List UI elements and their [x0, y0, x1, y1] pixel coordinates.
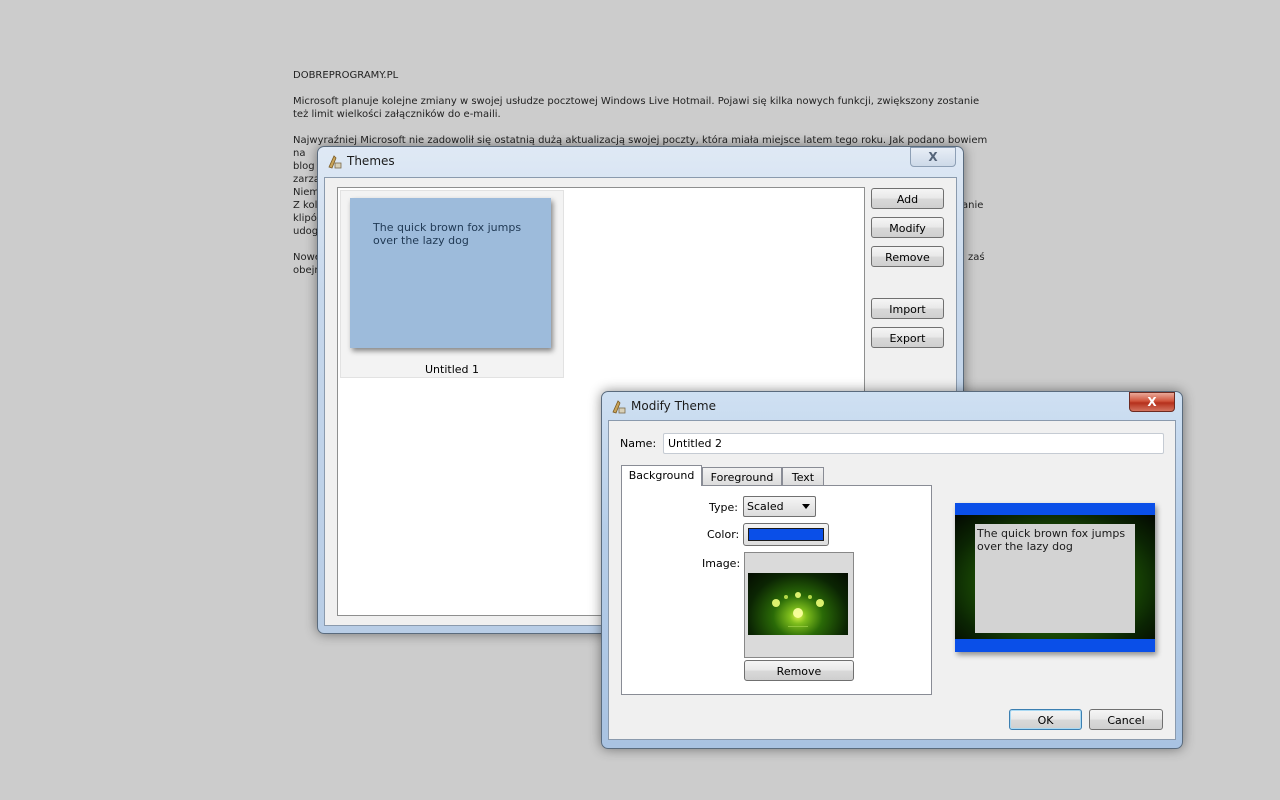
add-theme-button[interactable]: Add [871, 188, 944, 209]
document-paragraph-1: Microsoft planuje kolejne zmiany w swoje… [293, 96, 980, 120]
color-swatch [748, 528, 824, 541]
preview-text-area: The quick brown fox jumps over the lazy … [975, 524, 1135, 633]
name-field-value: Untitled 2 [668, 437, 723, 450]
color-label: Color: [707, 528, 740, 541]
modify-theme-titlebar[interactable]: Modify Theme [602, 392, 1182, 422]
modify-theme-button[interactable]: Modify [871, 217, 944, 238]
type-label: Type: [709, 501, 738, 514]
preview-text: The quick brown fox jumps over the lazy … [977, 527, 1126, 553]
theme-preview: The quick brown fox jumps over the lazy … [350, 198, 551, 348]
modify-theme-close-button[interactable]: X [1129, 392, 1175, 412]
ok-button[interactable]: OK [1009, 709, 1082, 730]
type-select-value: Scaled [747, 500, 784, 513]
glow-lights-icon [772, 592, 824, 627]
doc-fragment: zarzą [293, 174, 320, 185]
tab-foreground[interactable]: Foreground [702, 467, 782, 486]
doc-fragment: udog [293, 226, 319, 237]
tab-panel-background: Type: Scaled Color: Image: Remove [621, 485, 932, 695]
color-picker-button[interactable] [743, 523, 829, 546]
themes-close-button[interactable]: X [910, 147, 956, 167]
doc-fragment: klipó [293, 213, 317, 224]
doc-fragment: Niem [293, 187, 320, 198]
theme-live-preview: The quick brown fox jumps over the lazy … [955, 503, 1155, 652]
close-icon: X [1147, 395, 1157, 409]
close-icon: X [928, 150, 938, 164]
doc-fragment: anie [962, 200, 984, 211]
theme-item[interactable]: The quick brown fox jumps over the lazy … [340, 190, 564, 378]
name-label: Name: [620, 437, 657, 450]
modify-theme-window: Modify Theme X Name: Untitled 2 Backgrou… [601, 391, 1183, 749]
export-theme-button[interactable]: Export [871, 327, 944, 348]
type-select[interactable]: Scaled [743, 496, 816, 517]
theme-item-name: Untitled 1 [424, 363, 479, 376]
themes-titlebar[interactable]: Themes [318, 147, 963, 177]
themes-app-icon [326, 154, 342, 170]
tab-text[interactable]: Text [782, 467, 824, 486]
doc-fragment: j zaś [962, 252, 985, 263]
import-theme-button[interactable]: Import [871, 298, 944, 319]
document-site: DOBREPROGRAMY.PL [293, 70, 399, 81]
cancel-button[interactable]: Cancel [1089, 709, 1163, 730]
image-label: Image: [702, 557, 741, 570]
chevron-down-icon [802, 504, 810, 509]
background-image-thumbnail [748, 573, 848, 635]
name-field[interactable]: Untitled 2 [663, 433, 1164, 454]
doc-fragment: blog [293, 161, 315, 172]
image-remove-button[interactable]: Remove [744, 660, 854, 681]
theme-preview-text: The quick brown fox jumps over the lazy … [373, 221, 522, 247]
modify-theme-title: Modify Theme [631, 399, 716, 413]
modify-theme-app-icon [610, 399, 626, 415]
modify-theme-client-area: Name: Untitled 2 Background Foreground T… [608, 420, 1176, 740]
remove-theme-button[interactable]: Remove [871, 246, 944, 267]
doc-fragment: Z kol [293, 200, 318, 211]
tab-background[interactable]: Background [621, 465, 702, 486]
image-preview-box[interactable] [744, 552, 854, 658]
themes-title: Themes [347, 154, 395, 168]
doc-fragment: obejr [293, 265, 319, 276]
